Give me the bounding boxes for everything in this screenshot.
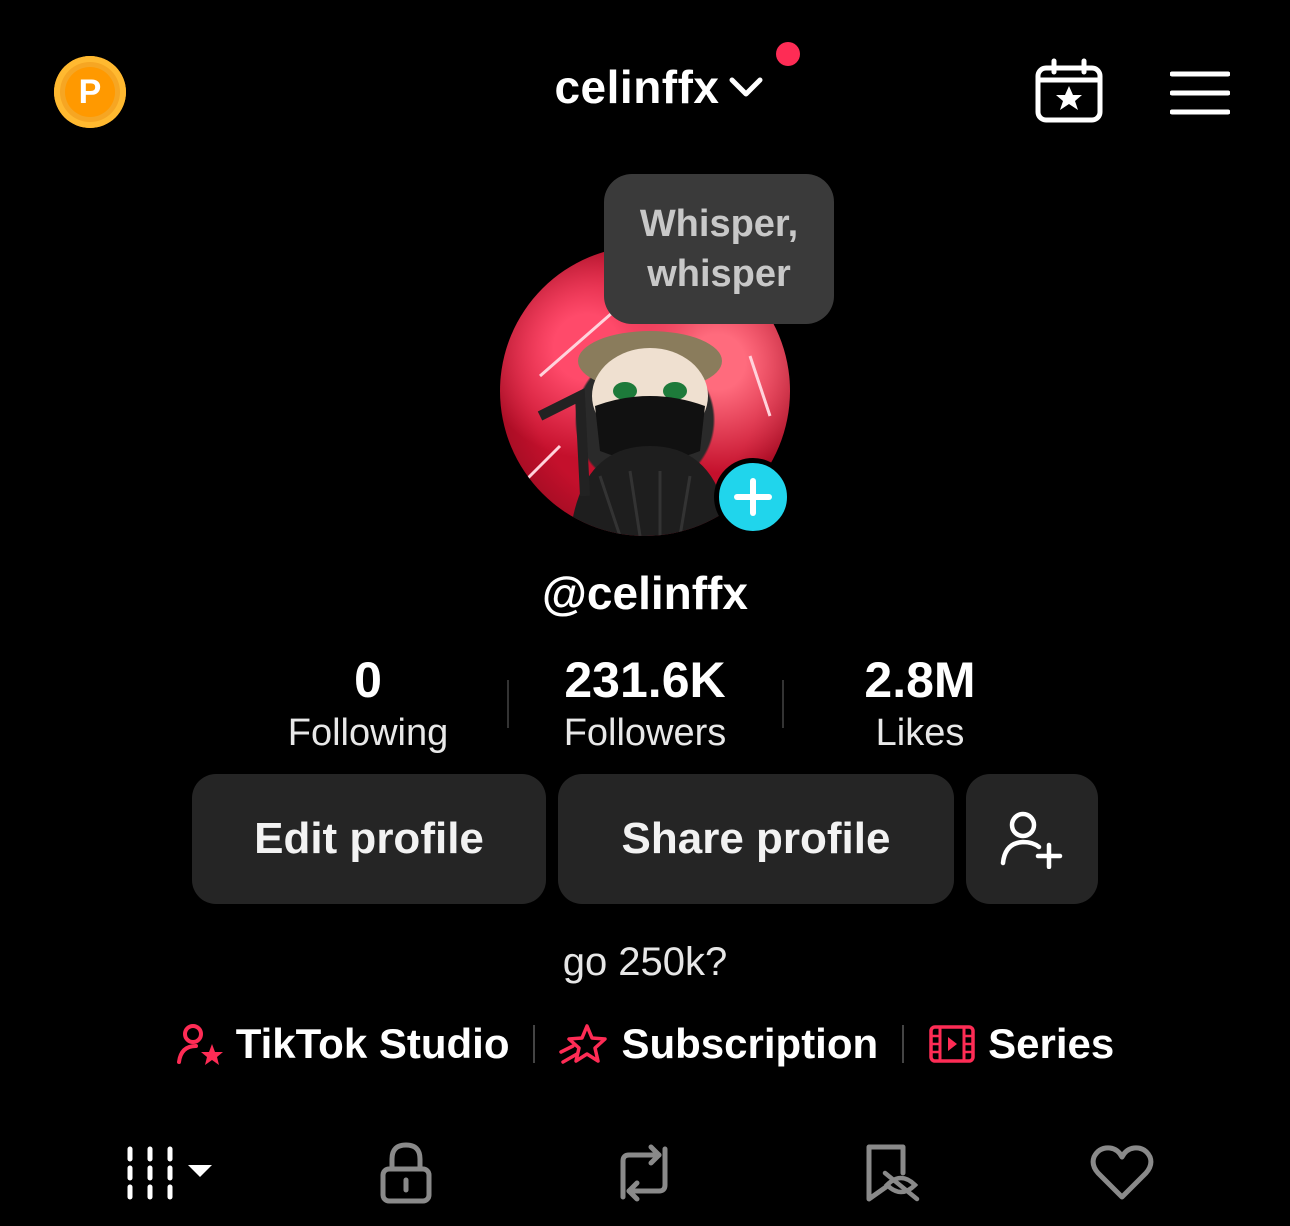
- tooltip-bubble[interactable]: Whisper, whisper: [604, 174, 834, 324]
- stat-value: 0: [354, 652, 382, 708]
- account-username: celinffx: [554, 61, 720, 113]
- tab-reposts[interactable]: [604, 1140, 684, 1206]
- edit-profile-button[interactable]: Edit profile: [192, 774, 546, 904]
- stat-label: Followers: [563, 712, 727, 754]
- tooltip-line-1: Whisper,: [639, 203, 799, 245]
- tab-videos[interactable]: [122, 1140, 222, 1206]
- stat-value: 231.6K: [564, 652, 726, 708]
- stat-label: Likes: [875, 712, 965, 754]
- tab-liked[interactable]: [1082, 1140, 1162, 1206]
- series-link[interactable]: Series: [928, 1020, 1114, 1068]
- grid-icon: [127, 1146, 212, 1200]
- add-story-button[interactable]: [714, 458, 792, 536]
- stat-followers[interactable]: 231.6K Followers: [525, 652, 765, 755]
- stat-following[interactable]: 0 Following: [248, 652, 488, 755]
- profile-links: TikTok Studio Subscription Series: [0, 1020, 1290, 1068]
- person-star-icon: [176, 1024, 223, 1065]
- link-label: Series: [988, 1020, 1115, 1067]
- lock-icon: [380, 1142, 432, 1204]
- bookmark-eye-icon: [866, 1144, 920, 1202]
- chevron-down-icon: [729, 77, 763, 97]
- menu-icon[interactable]: [1170, 70, 1230, 116]
- tooltip-line-2: whisper: [647, 253, 791, 295]
- subscription-link[interactable]: Subscription: [559, 1020, 878, 1068]
- tab-private[interactable]: [366, 1140, 446, 1206]
- link-label: Subscription: [621, 1020, 879, 1067]
- divider: [782, 680, 784, 728]
- repost-icon: [620, 1144, 668, 1202]
- share-profile-button[interactable]: Share profile: [558, 774, 954, 904]
- divider: [533, 1025, 536, 1063]
- calendar-star-icon[interactable]: [1034, 58, 1104, 124]
- heart-icon: [1090, 1145, 1154, 1200]
- tiktok-studio-link[interactable]: TikTok Studio: [176, 1020, 510, 1068]
- link-label: TikTok Studio: [235, 1020, 510, 1067]
- add-friend-button[interactable]: [966, 774, 1098, 904]
- stat-likes[interactable]: 2.8M Likes: [800, 652, 1040, 755]
- profile-handle: @celinffx: [542, 567, 748, 619]
- plus-icon: [734, 478, 772, 516]
- notification-dot: [775, 42, 800, 66]
- star-ribbon-icon: [559, 1024, 608, 1064]
- add-user-icon: [1000, 811, 1063, 869]
- profile-bio: go 250k?: [562, 940, 728, 984]
- stat-label: Following: [287, 712, 449, 754]
- tab-favorites[interactable]: [848, 1140, 928, 1206]
- divider: [507, 680, 509, 728]
- film-play-icon: [929, 1025, 975, 1063]
- divider: [902, 1025, 905, 1063]
- stat-value: 2.8M: [864, 652, 976, 708]
